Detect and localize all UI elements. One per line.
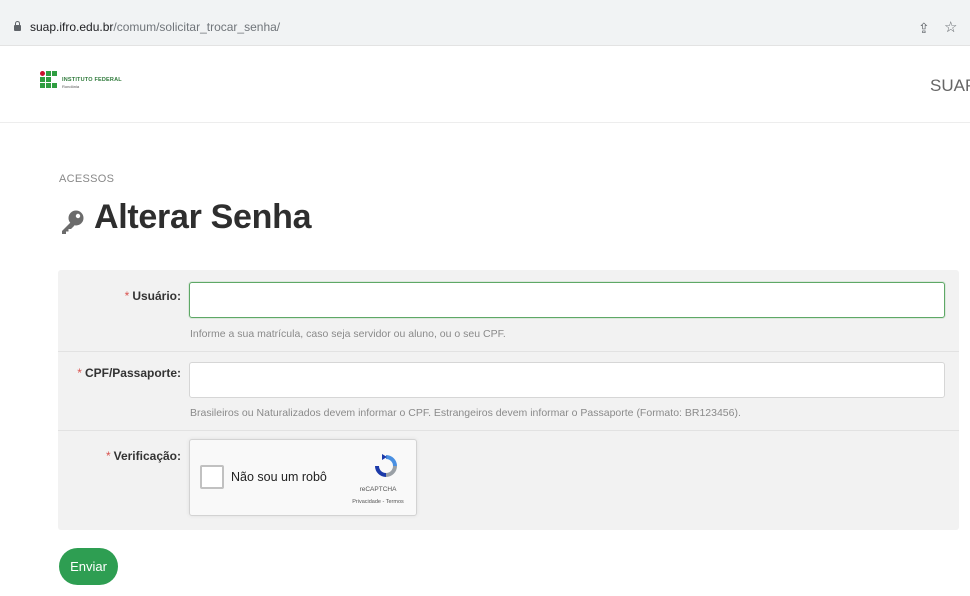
usuario-help: Informe a sua matrícula, caso seja servi… xyxy=(190,328,506,340)
url-text[interactable]: suap.ifro.edu.br/comum/solicitar_trocar_… xyxy=(30,20,280,34)
url-path: /comum/solicitar_trocar_senha/ xyxy=(113,20,281,34)
brand-link[interactable]: SUAP xyxy=(930,76,970,96)
cpf-label-text: CPF/Passaporte: xyxy=(84,366,181,380)
institution-logo[interactable]: INSTITUTO FEDERAL Rondônia xyxy=(40,71,140,97)
recaptcha-label: Não sou um robô xyxy=(231,470,327,484)
recaptcha-links[interactable]: Privacidade - Termos xyxy=(340,499,416,505)
verificacao-row: * Verificação: Não sou um robô reCAPTCHA … xyxy=(58,430,959,530)
share-icon[interactable]: ⇪ xyxy=(918,20,930,37)
verificacao-label-text: Verificação: xyxy=(113,449,181,463)
cpf-input[interactable] xyxy=(189,362,945,398)
recaptcha-brand: reCAPTCHA xyxy=(359,486,397,493)
submit-button[interactable]: Enviar xyxy=(59,548,118,585)
required-marker: * xyxy=(77,366,82,380)
usuario-row: * Usuário: Informe a sua matrícula, caso … xyxy=(58,270,959,351)
form-panel: * Usuário: Informe a sua matrícula, caso … xyxy=(58,270,959,530)
browser-address-bar: suap.ifro.edu.br/comum/solicitar_trocar_… xyxy=(0,0,970,46)
site-header: INSTITUTO FEDERAL Rondônia SUAP xyxy=(0,47,970,123)
recaptcha-logo-icon xyxy=(375,454,397,477)
cpf-help: Brasileiros ou Naturalizados devem infor… xyxy=(190,407,741,419)
verificacao-label: * Verificação: xyxy=(106,449,181,463)
cpf-row: * CPF/Passaporte: Brasileiros ou Naturali… xyxy=(58,351,959,430)
logo-subtitle: Rondônia xyxy=(62,84,80,89)
usuario-label: * Usuário: xyxy=(125,289,181,303)
required-marker: * xyxy=(105,449,111,463)
url-host: suap.ifro.edu.br xyxy=(30,20,114,34)
usuario-input[interactable] xyxy=(189,282,945,318)
logo-title: INSTITUTO FEDERAL xyxy=(62,77,122,83)
logo-mark xyxy=(40,71,58,89)
page-title-text: Alterar Senha xyxy=(94,198,312,236)
required-marker: * xyxy=(124,289,130,303)
cpf-label: * CPF/Passaporte: xyxy=(77,366,181,380)
breadcrumb[interactable]: ACESSOS xyxy=(59,173,114,185)
recaptcha-checkbox[interactable] xyxy=(200,465,224,489)
star-icon[interactable]: ☆ xyxy=(944,18,957,36)
recaptcha-widget: Não sou um robô reCAPTCHA Privacidade - … xyxy=(189,439,417,516)
usuario-label-text: Usuário: xyxy=(132,289,181,303)
lock-icon[interactable] xyxy=(14,21,21,31)
key-icon xyxy=(62,210,84,234)
